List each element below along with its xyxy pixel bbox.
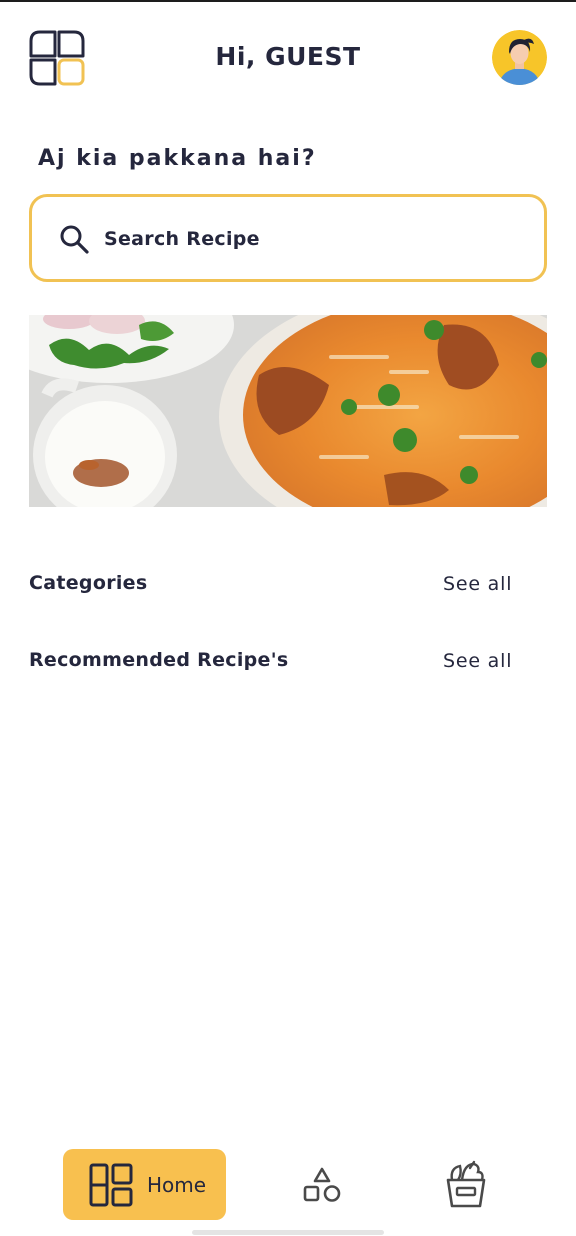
categories-see-all-link[interactable]: See all: [443, 573, 512, 595]
nav-tab-home-label: Home: [147, 1173, 207, 1197]
bottom-navigation: Home: [0, 1140, 576, 1236]
home-grid-icon: [89, 1163, 133, 1207]
home-indicator: [192, 1230, 384, 1235]
grocery-basket-icon[interactable]: [440, 1158, 492, 1210]
user-avatar-icon[interactable]: [492, 30, 547, 85]
search-input[interactable]: Search Recipe: [29, 194, 547, 282]
biryani-banner[interactable]: [29, 315, 547, 507]
search-placeholder: Search Recipe: [104, 228, 260, 250]
app-header: Hi, GUEST: [0, 24, 576, 94]
categories-title: Categories: [29, 572, 148, 594]
nav-tab-home[interactable]: Home: [63, 1149, 226, 1220]
status-divider: [0, 0, 576, 2]
greeting-title: Hi, GUEST: [215, 42, 361, 71]
recommended-see-all-link[interactable]: See all: [443, 650, 512, 672]
search-icon: [60, 225, 89, 254]
recommended-recipes-title: Recommended Recipe's: [29, 649, 289, 671]
page-subtitle: Aj kia pakkana hai?: [38, 146, 317, 171]
shapes-icon[interactable]: [300, 1164, 344, 1208]
